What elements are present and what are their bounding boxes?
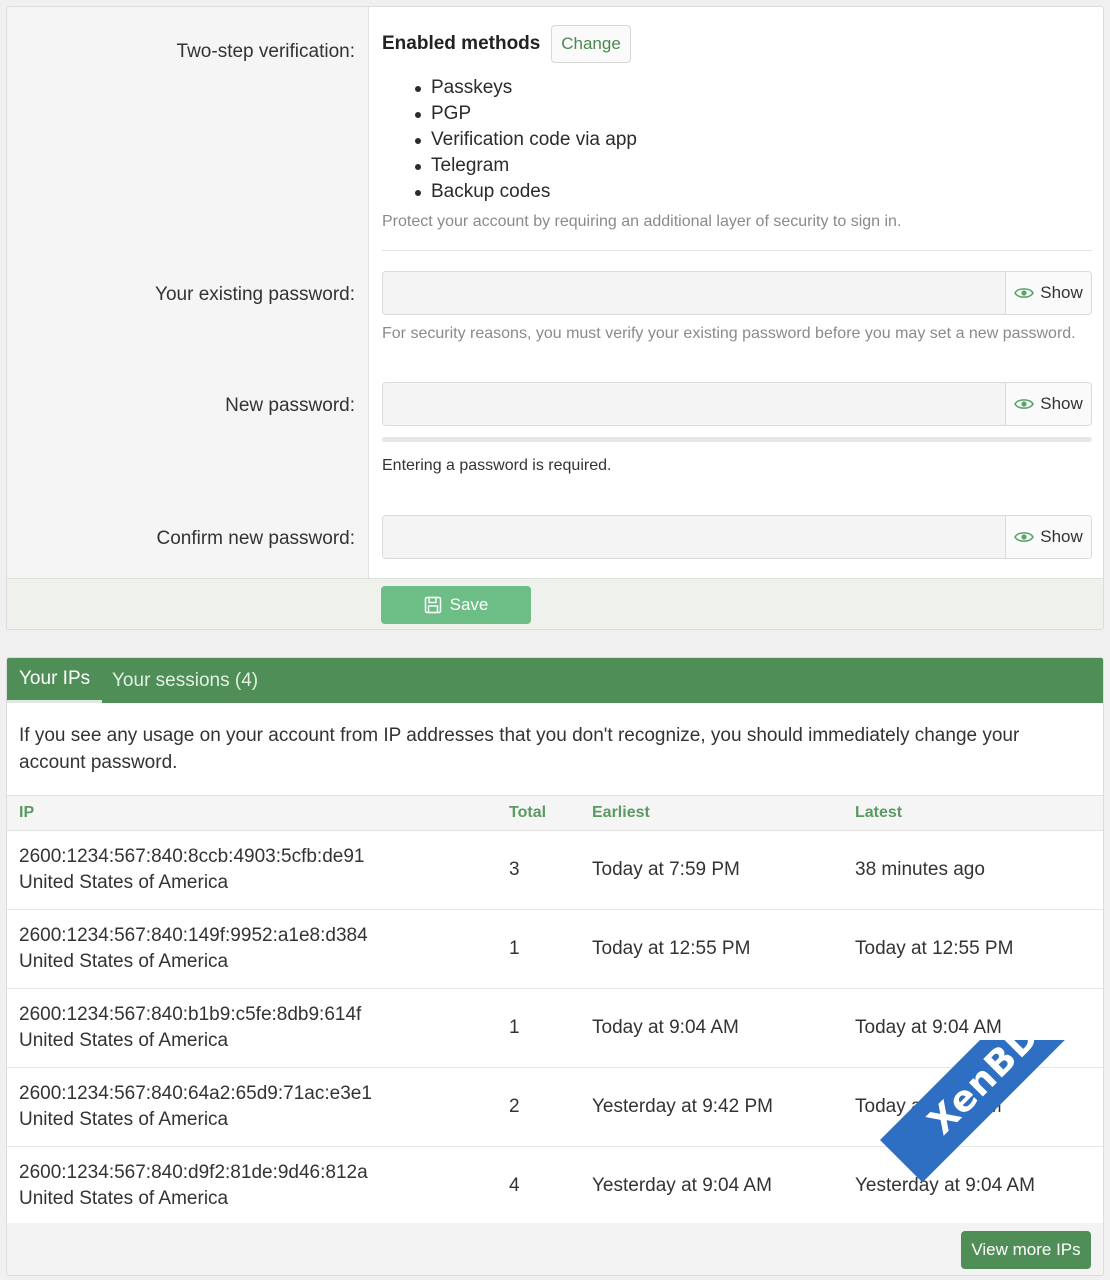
ip-earliest: Today at 12:55 PM bbox=[592, 938, 751, 959]
two-step-hint: Protect your account by requiring an add… bbox=[382, 213, 902, 230]
enabled-methods-list: Passkeys PGP Verification code via app T… bbox=[415, 75, 637, 205]
ip-location: United States of America bbox=[19, 872, 229, 893]
ip-total: 1 bbox=[509, 1017, 520, 1038]
password-required-message: Entering a password is required. bbox=[382, 457, 612, 474]
column-header-total[interactable]: Total bbox=[509, 804, 546, 822]
ip-address: 2600:1234:567:840:149f:9952:a1e8:d384 bbox=[19, 925, 368, 946]
existing-password-input[interactable] bbox=[383, 272, 1006, 314]
table-footer: View more IPs bbox=[7, 1223, 1103, 1275]
method-item: Telegram bbox=[415, 153, 637, 179]
tab-your-sessions[interactable]: Your sessions (4) bbox=[112, 658, 258, 703]
method-item: Verification code via app bbox=[415, 127, 637, 153]
confirm-password-group: Show bbox=[382, 515, 1092, 559]
ip-latest: 38 minutes ago bbox=[855, 859, 985, 880]
ip-location: United States of America bbox=[19, 1030, 229, 1051]
confirm-password-label: Confirm new password: bbox=[156, 528, 355, 549]
tab-bar: Your IPs Your sessions (4) bbox=[7, 658, 1103, 703]
ip-latest: Today at 12:55 PM bbox=[855, 938, 1014, 959]
ip-history-block: Your IPs Your sessions (4) If you see an… bbox=[6, 657, 1104, 1276]
save-button[interactable]: Save bbox=[381, 586, 531, 624]
ip-address: 2600:1234:567:840:8ccb:4903:5cfb:de91 bbox=[19, 846, 365, 867]
new-password-label: New password: bbox=[225, 395, 355, 416]
ip-total: 2 bbox=[509, 1096, 520, 1117]
ip-total: 4 bbox=[509, 1175, 520, 1196]
table-row: 2600:1234:567:840:d9f2:81de:9d46:812a Un… bbox=[7, 1147, 1103, 1226]
ip-address: 2600:1234:567:840:64a2:65d9:71ac:e3e1 bbox=[19, 1083, 372, 1104]
view-more-ips-button[interactable]: View more IPs bbox=[961, 1231, 1091, 1269]
existing-password-hint: For security reasons, you must verify yo… bbox=[382, 325, 1076, 342]
eye-icon bbox=[1014, 532, 1035, 542]
ip-earliest: Yesterday at 9:04 AM bbox=[592, 1175, 772, 1196]
eye-icon bbox=[1014, 288, 1035, 298]
table-row: 2600:1234:567:840:b1b9:c5fe:8db9:614f Un… bbox=[7, 989, 1103, 1068]
save-icon bbox=[424, 596, 441, 614]
ip-location: United States of America bbox=[19, 951, 229, 972]
password-strength-meter bbox=[382, 437, 1092, 442]
enabled-methods-title: Enabled methods bbox=[382, 33, 541, 54]
show-new-password-button[interactable]: Show bbox=[1005, 383, 1091, 425]
ip-latest: Today at 8:05 AM bbox=[855, 1096, 1002, 1117]
column-header-ip[interactable]: IP bbox=[19, 804, 34, 822]
show-confirm-password-button[interactable]: Show bbox=[1005, 516, 1091, 558]
show-label: Show bbox=[1040, 394, 1083, 413]
column-header-latest[interactable]: Latest bbox=[855, 804, 902, 822]
table-row: 2600:1234:567:840:149f:9952:a1e8:d384 Un… bbox=[7, 910, 1103, 989]
two-step-label: Two-step verification: bbox=[176, 41, 355, 62]
ip-total: 1 bbox=[509, 938, 520, 959]
existing-password-label: Your existing password: bbox=[155, 284, 355, 305]
existing-password-group: Show bbox=[382, 271, 1092, 315]
save-label: Save bbox=[449, 595, 489, 614]
divider bbox=[382, 250, 1092, 251]
ip-earliest: Today at 9:04 AM bbox=[592, 1017, 739, 1038]
change-two-step-button[interactable]: Change bbox=[551, 25, 631, 63]
show-label: Show bbox=[1040, 283, 1083, 302]
ip-latest: Today at 9:04 AM bbox=[855, 1017, 1002, 1038]
method-item: Passkeys bbox=[415, 75, 637, 101]
method-item: Backup codes bbox=[415, 179, 637, 205]
table-row: 2600:1234:567:840:64a2:65d9:71ac:e3e1 Un… bbox=[7, 1068, 1103, 1147]
eye-icon bbox=[1014, 399, 1035, 409]
column-header-earliest[interactable]: Earliest bbox=[592, 804, 650, 822]
ip-location: United States of America bbox=[19, 1109, 229, 1130]
ip-location: United States of America bbox=[19, 1188, 229, 1209]
ip-address: 2600:1234:567:840:d9f2:81de:9d46:812a bbox=[19, 1162, 368, 1183]
table-row: 2600:1234:567:840:8ccb:4903:5cfb:de91 Un… bbox=[7, 831, 1103, 910]
tab-your-ips[interactable]: Your IPs bbox=[7, 658, 103, 703]
ip-notice: If you see any usage on your account fro… bbox=[19, 725, 1020, 773]
show-label: Show bbox=[1040, 527, 1083, 546]
ip-earliest: Today at 7:59 PM bbox=[592, 859, 740, 880]
confirm-password-input[interactable] bbox=[383, 516, 1006, 558]
form-submit-bar: Save bbox=[7, 578, 1103, 629]
ip-total: 3 bbox=[509, 859, 520, 880]
ip-earliest: Yesterday at 9:42 PM bbox=[592, 1096, 773, 1117]
show-existing-password-button[interactable]: Show bbox=[1005, 272, 1091, 314]
new-password-input[interactable] bbox=[383, 383, 1006, 425]
ip-address: 2600:1234:567:840:b1b9:c5fe:8db9:614f bbox=[19, 1004, 362, 1025]
ip-latest: Yesterday at 9:04 AM bbox=[855, 1175, 1035, 1196]
new-password-group: Show bbox=[382, 382, 1092, 426]
password-security-form: Two-step verification: Enabled methods C… bbox=[6, 6, 1104, 630]
method-item: PGP bbox=[415, 101, 637, 127]
table-header: IP Total Earliest Latest bbox=[7, 795, 1103, 831]
